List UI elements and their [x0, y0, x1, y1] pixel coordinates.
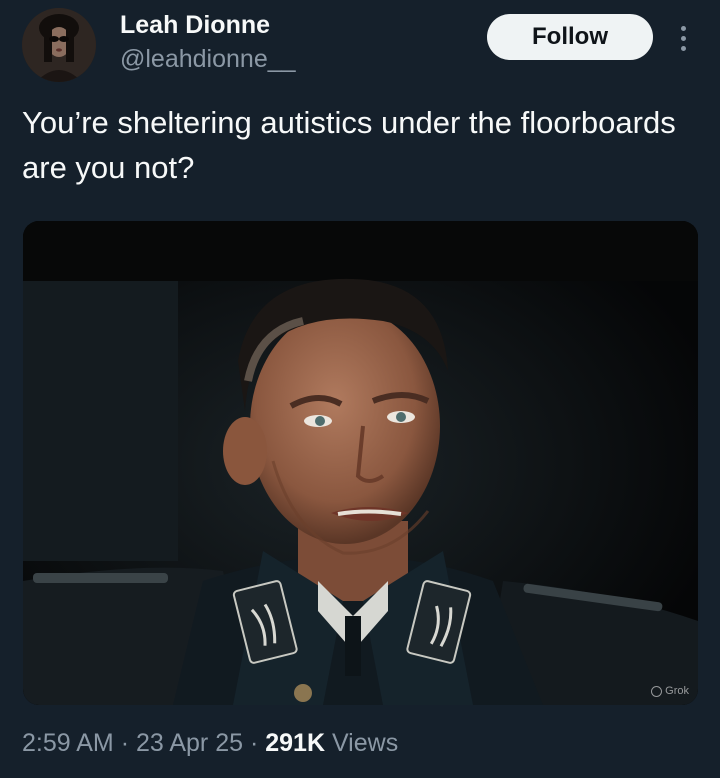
more-vertical-icon[interactable]	[668, 18, 698, 58]
grok-watermark: Grok	[651, 685, 689, 697]
author-display-name[interactable]: Leah Dionne	[120, 11, 270, 40]
meta-separator: ·	[120, 729, 130, 757]
tweet-time[interactable]: 2:59 AM	[22, 729, 114, 757]
views-label: Views	[331, 729, 399, 757]
grok-icon	[651, 685, 663, 697]
watermark-text: Grok	[665, 685, 689, 697]
follow-button[interactable]: Follow	[487, 14, 653, 60]
tweet-text: You’re sheltering autistics under the fl…	[22, 105, 676, 185]
author-handle[interactable]: @leahdionne__	[120, 45, 296, 74]
author-avatar[interactable]	[22, 8, 96, 82]
meta-separator: ·	[249, 729, 259, 757]
tweet-date[interactable]: 23 Apr 25	[136, 729, 243, 757]
avatar-image	[22, 8, 96, 82]
tweet-meta: 2:59 AM · 23 Apr 25 · 291K Views	[22, 729, 398, 758]
tweet: Leah Dionne @leahdionne__ Follow You’re …	[0, 0, 720, 778]
views-count[interactable]: 291K	[265, 729, 325, 757]
media-illustration	[23, 221, 698, 705]
tweet-media-image[interactable]: Grok	[23, 221, 698, 705]
